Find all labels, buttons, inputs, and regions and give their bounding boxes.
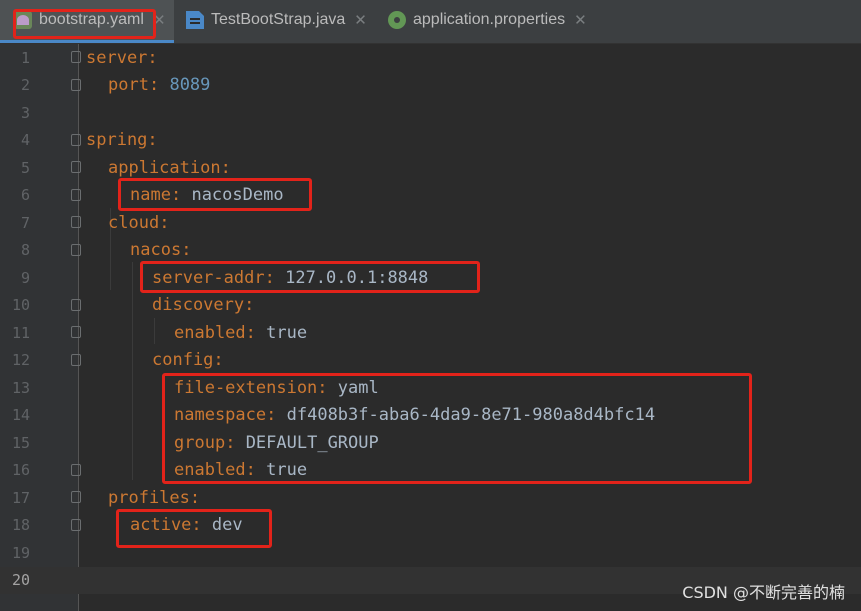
yaml-key: enabled xyxy=(174,322,246,343)
line-number: 1 xyxy=(20,48,30,67)
properties-file-icon xyxy=(388,11,406,29)
yaml-colon: : xyxy=(220,157,231,178)
fold-open-icon[interactable] xyxy=(71,353,81,366)
yaml-key: spring xyxy=(86,130,148,150)
line-number: 5 xyxy=(20,158,30,177)
code-line[interactable]: 3 xyxy=(0,99,861,126)
highlight-box xyxy=(118,178,312,211)
line-number: 8 xyxy=(20,241,30,259)
tab-testbootstrap-java[interactable]: TestBootStrap.java ✕ xyxy=(186,0,367,40)
line-number: 6 xyxy=(20,186,30,204)
yaml-colon: : xyxy=(159,212,170,233)
yaml-entry: profiles: xyxy=(108,488,200,508)
code-line[interactable]: 5 application: xyxy=(0,154,861,181)
code-line[interactable]: 1 server: xyxy=(0,44,861,71)
fold-open-icon[interactable] xyxy=(71,51,81,63)
close-icon[interactable]: ✕ xyxy=(354,11,367,29)
yaml-entry: application: xyxy=(108,158,231,178)
fold-close-icon[interactable] xyxy=(71,463,81,476)
yaml-colon: : xyxy=(189,487,201,508)
yaml-key: port xyxy=(108,75,149,95)
yaml-value: true xyxy=(266,322,308,343)
code-line[interactable]: 17 profiles: xyxy=(0,484,861,511)
highlight-box xyxy=(140,261,480,293)
fold-close-icon[interactable] xyxy=(71,518,81,531)
yaml-colon: : xyxy=(245,322,256,343)
line-number: 10 xyxy=(11,296,30,314)
yaml-key: config xyxy=(152,350,214,370)
fold-open-icon[interactable] xyxy=(71,133,81,146)
line-number: 17 xyxy=(11,488,30,507)
fold-open-icon[interactable] xyxy=(71,161,81,173)
yaml-colon: : xyxy=(181,240,192,260)
line-number: 7 xyxy=(20,213,30,232)
highlight-box xyxy=(116,509,272,548)
highlight-box xyxy=(162,373,752,484)
fold-open-icon[interactable] xyxy=(71,216,81,228)
line-number: 20 xyxy=(11,571,30,589)
line-number: 18 xyxy=(11,516,30,534)
yaml-key: discovery xyxy=(152,295,245,315)
highlight-box xyxy=(13,9,156,39)
yaml-colon: : xyxy=(213,350,224,370)
code-line[interactable]: 2 port: 8089 xyxy=(0,72,861,99)
yaml-entry: enabled: true xyxy=(174,323,307,343)
line-number: 19 xyxy=(11,543,30,562)
line-number: 11 xyxy=(11,323,30,342)
fold-close-icon[interactable] xyxy=(71,326,81,338)
yaml-key: nacos xyxy=(130,240,182,260)
yaml-colon: : xyxy=(148,75,160,95)
line-number: 14 xyxy=(11,406,30,424)
code-line[interactable]: 8 nacos: xyxy=(0,237,861,264)
code-line[interactable]: 4 spring: xyxy=(0,127,861,154)
tab-label: application.properties xyxy=(413,11,566,28)
yaml-entry: config: xyxy=(152,350,224,370)
fold-open-icon[interactable] xyxy=(71,243,81,256)
close-icon[interactable]: ✕ xyxy=(574,11,587,29)
fold-open-icon[interactable] xyxy=(71,298,81,311)
code-line[interactable]: 12 config: xyxy=(0,347,861,374)
watermark: CSDN @不断完善的楠 xyxy=(682,583,845,602)
yaml-entry: port: 8089 xyxy=(108,75,210,95)
line-number: 9 xyxy=(20,268,30,287)
line-number: 2 xyxy=(20,76,30,94)
yaml-entry: nacos: xyxy=(130,240,191,260)
code-line[interactable]: 10 discovery: xyxy=(0,292,861,319)
yaml-colon: : xyxy=(244,295,255,315)
line-number: 3 xyxy=(20,103,30,122)
yaml-colon: : xyxy=(147,47,158,68)
line-number: 16 xyxy=(11,461,30,479)
yaml-entry: discovery: xyxy=(152,295,254,315)
fold-close-icon[interactable] xyxy=(71,188,81,201)
yaml-key: profiles xyxy=(108,487,190,508)
fold-open-icon[interactable] xyxy=(71,491,81,503)
line-number: 15 xyxy=(11,433,30,452)
tab-label: TestBootStrap.java xyxy=(211,11,346,28)
fold-close-icon[interactable] xyxy=(71,78,81,91)
code-line[interactable]: 11 enabled: true xyxy=(0,319,861,346)
yaml-entry: cloud: xyxy=(108,213,169,233)
line-number: 13 xyxy=(11,378,30,397)
yaml-entry: spring: xyxy=(86,130,158,150)
java-file-icon xyxy=(186,11,204,29)
tab-application-properties[interactable]: application.properties ✕ xyxy=(388,0,587,40)
yaml-key: server xyxy=(86,47,148,68)
yaml-value: 8089 xyxy=(169,75,211,95)
line-number: 4 xyxy=(20,131,30,149)
yaml-entry: server: xyxy=(86,48,158,68)
yaml-colon: : xyxy=(147,130,158,150)
yaml-key: application xyxy=(108,157,221,178)
yaml-key: cloud xyxy=(108,212,160,233)
line-number: 12 xyxy=(11,351,30,369)
code-line[interactable]: 7 cloud: xyxy=(0,209,861,236)
